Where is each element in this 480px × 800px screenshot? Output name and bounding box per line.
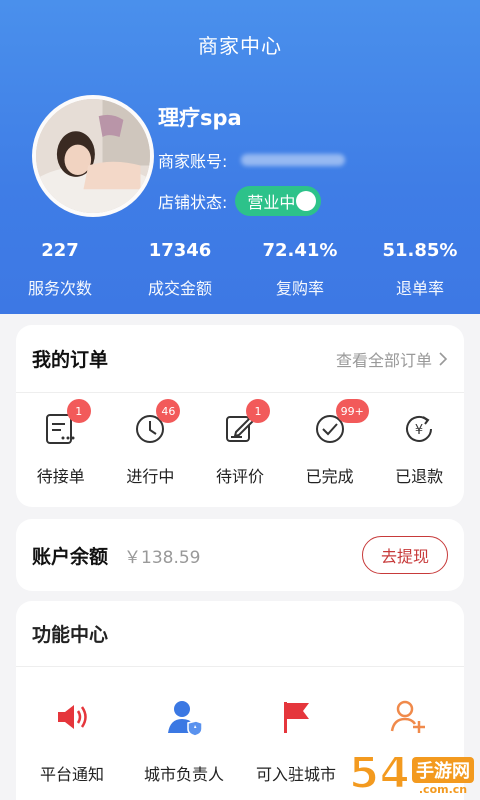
stat-value: 72.41% (262, 240, 338, 261)
order-pending[interactable]: 1 待接单 (16, 399, 106, 487)
shop-name: 理疗spa (158, 106, 242, 130)
stat-refund-rate[interactable]: 51.85% 退单率 (360, 240, 480, 299)
watermark-number: 54 (348, 748, 411, 799)
city-manager-icon (168, 701, 203, 737)
stat-value: 51.85% (382, 240, 458, 261)
toggle-knob (296, 191, 317, 211)
order-label: 已退款 (395, 467, 444, 486)
account-row: 商家账号: (158, 148, 346, 172)
order-badge: 46 (156, 399, 181, 423)
status-value: 营业中 (247, 193, 296, 212)
function-platform-notice[interactable]: 平台通知 (16, 697, 128, 785)
order-completed[interactable]: 99+ 已完成 (285, 399, 375, 487)
stat-label: 成交金额 (147, 279, 212, 298)
order-label: 待评价 (215, 467, 264, 486)
order-to-review[interactable]: 1 待评价 (195, 399, 285, 487)
avatar[interactable] (32, 95, 154, 217)
add-user-icon (390, 700, 425, 733)
stat-label: 复购率 (275, 279, 324, 298)
watermark-en: .com.cn (418, 783, 468, 796)
function-label: 城市负责人 (143, 765, 224, 784)
status-label: 店铺状态: (158, 193, 228, 212)
account-balance-card: 账户余额 ￥138.59 去提现 (16, 519, 464, 591)
watermark-cn: 手游网 (412, 757, 474, 783)
function-label: 平台通知 (39, 765, 104, 784)
view-all-label: 查看全部订单 (335, 350, 432, 370)
stat-label: 服务次数 (27, 279, 92, 298)
stat-value: 17346 (148, 240, 212, 261)
my-orders-card: 我的订单 查看全部订单 1 待接单 46 进行中 1 待评价 99+ 已完成 ¥… (16, 325, 464, 507)
stat-value: 227 (41, 240, 79, 261)
order-in-progress[interactable]: 46 进行中 (106, 399, 196, 487)
chevron-right-icon (439, 351, 448, 366)
orders-header: 我的订单 查看全部订单 (16, 325, 464, 393)
balance-title: 账户余额 (32, 545, 109, 568)
order-badge: 1 (66, 399, 91, 423)
avatar-image (36, 99, 150, 213)
stats-row: 227 服务次数 17346 成交金额 72.41% 复购率 51.85% 退单… (0, 240, 480, 299)
order-label: 进行中 (126, 467, 175, 486)
stat-transaction-amount[interactable]: 17346 成交金额 (120, 240, 240, 299)
view-all-orders-link[interactable]: 查看全部订单 (336, 347, 448, 371)
order-refunded[interactable]: ¥ 已退款 (374, 411, 464, 487)
stat-repurchase-rate[interactable]: 72.41% 复购率 (240, 240, 360, 299)
flag-icon (284, 702, 309, 733)
speaker-icon (58, 705, 87, 729)
stat-label: 退单率 (395, 279, 444, 298)
site-watermark: 54 手游网 .com.cn (348, 748, 474, 799)
order-label: 已完成 (305, 467, 354, 486)
store-status-toggle[interactable]: 营业中 (235, 186, 322, 216)
order-label: 待接单 (36, 467, 85, 486)
function-available-cities[interactable]: 可入驻城市 (240, 697, 352, 785)
account-value-redacted (241, 154, 346, 166)
withdraw-button[interactable]: 去提现 (362, 536, 448, 574)
account-label: 商家账号: (158, 152, 228, 171)
function-city-manager[interactable]: 城市负责人 (128, 697, 240, 785)
order-badge: 99+ (335, 399, 369, 423)
function-label: 可入驻城市 (255, 765, 336, 784)
orders-title: 我的订单 (32, 349, 109, 371)
order-badge: 1 (245, 399, 270, 423)
balance-amount: ￥138.59 (124, 547, 201, 568)
refund-icon: ¥ (406, 415, 433, 442)
function-center-title: 功能中心 (16, 601, 464, 667)
merchant-header: 商家中心 理疗spa 商家账号: 店铺状态: 营业中 227 服务次数 1734… (0, 0, 480, 314)
watermark-text: 手游网 .com.cn (412, 757, 474, 796)
stat-service-count[interactable]: 227 服务次数 (0, 240, 120, 299)
status-row: 店铺状态: 营业中 (158, 186, 322, 216)
page-title: 商家中心 (198, 34, 282, 58)
svg-text:¥: ¥ (415, 423, 423, 438)
order-status-row: 1 待接单 46 进行中 1 待评价 99+ 已完成 ¥ 已退款 (16, 393, 464, 487)
